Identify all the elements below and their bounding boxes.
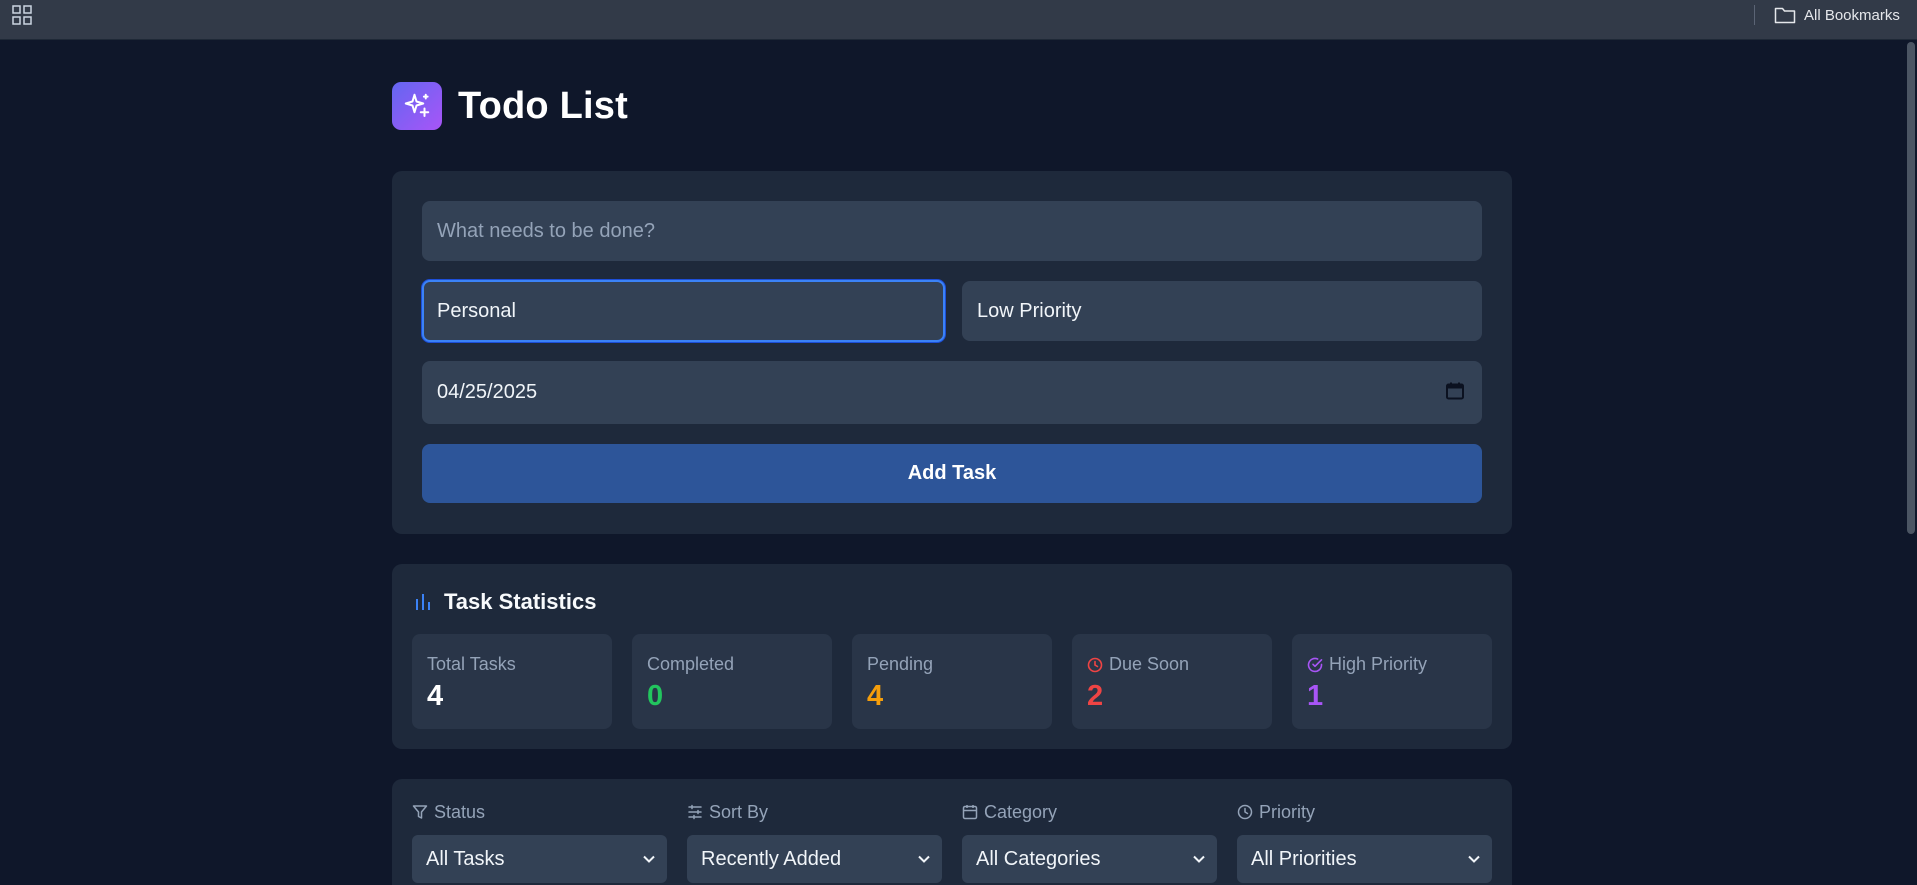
clock-icon bbox=[1087, 657, 1103, 673]
category-select[interactable]: Personal bbox=[422, 280, 945, 342]
stat-value: 4 bbox=[427, 680, 444, 712]
priority-filter-label: Priority bbox=[1259, 801, 1316, 822]
chevron-down-icon bbox=[1468, 855, 1480, 863]
status-filter: Status All Tasks bbox=[412, 801, 667, 883]
task-statistics-card: Task Statistics Total Tasks 4 Completed … bbox=[392, 564, 1512, 749]
sort-filter-label: Sort By bbox=[709, 801, 769, 822]
stat-label: Pending bbox=[867, 654, 934, 674]
stat-value: 1 bbox=[1307, 680, 1324, 712]
stat-value: 0 bbox=[647, 680, 664, 712]
chevron-down-icon bbox=[918, 855, 930, 863]
status-filter-label: Status bbox=[434, 801, 486, 822]
stat-total-tasks: Total Tasks 4 bbox=[412, 634, 612, 729]
sliders-icon bbox=[687, 804, 703, 820]
category-select-value: All Categories bbox=[976, 847, 1101, 870]
status-select[interactable]: All Tasks bbox=[412, 835, 667, 883]
task-input[interactable]: What needs to be done? bbox=[422, 201, 1482, 261]
sparkles-icon bbox=[392, 82, 442, 130]
app-header: Todo List bbox=[392, 82, 628, 130]
category-filter-label: Category bbox=[984, 801, 1058, 822]
calendar-picker-icon[interactable] bbox=[1446, 382, 1464, 406]
check-circle-icon bbox=[1307, 657, 1323, 673]
due-date-value: 04/25/2025 bbox=[437, 381, 538, 403]
priority-filter: Priority All Priorities bbox=[1237, 801, 1492, 883]
stat-value: 2 bbox=[1087, 680, 1104, 712]
page-scrollbar[interactable] bbox=[1907, 42, 1915, 534]
stat-label: Due Soon bbox=[1109, 654, 1190, 674]
priority-select-value: All Priorities bbox=[1251, 847, 1357, 870]
stat-label: Completed bbox=[647, 654, 735, 674]
priority-select[interactable]: Low Priority bbox=[962, 281, 1482, 341]
sort-filter: Sort By Recently Added bbox=[687, 801, 942, 883]
chevron-down-icon bbox=[643, 855, 655, 863]
filters-card: Status All Tasks Sort By Recently Added … bbox=[392, 779, 1512, 885]
stats-header: Task Statistics bbox=[414, 589, 596, 615]
category-filter-select[interactable]: All Categories bbox=[962, 835, 1217, 883]
stat-pending: Pending 4 bbox=[852, 634, 1052, 729]
stat-due-soon: Due Soon 2 bbox=[1072, 634, 1272, 729]
chevron-down-icon bbox=[1193, 855, 1205, 863]
filter-icon bbox=[412, 804, 428, 820]
status-select-value: All Tasks bbox=[426, 847, 505, 870]
bookmarks-bar: All Bookmarks bbox=[0, 0, 1917, 40]
clock-icon bbox=[1237, 804, 1253, 820]
due-date-input[interactable]: 04/25/2025 bbox=[422, 361, 1482, 424]
sort-select[interactable]: Recently Added bbox=[687, 835, 942, 883]
add-task-button[interactable]: Add Task bbox=[422, 444, 1482, 503]
stat-completed: Completed 0 bbox=[632, 634, 832, 729]
apps-grid-icon[interactable] bbox=[12, 5, 32, 25]
all-bookmarks-label: All Bookmarks bbox=[1804, 6, 1900, 24]
calendar-icon bbox=[962, 804, 978, 820]
sort-select-value: Recently Added bbox=[701, 847, 842, 870]
add-task-card: What needs to be done? Personal Low Prio… bbox=[392, 171, 1512, 534]
priority-filter-select[interactable]: All Priorities bbox=[1237, 835, 1492, 883]
folder-icon bbox=[1774, 6, 1796, 24]
page-title: Todo List bbox=[458, 84, 628, 127]
category-filter: Category All Categories bbox=[962, 801, 1217, 883]
stat-value: 4 bbox=[867, 680, 884, 712]
bar-chart-icon bbox=[414, 593, 432, 611]
all-bookmarks-button[interactable]: All Bookmarks bbox=[1774, 5, 1900, 25]
bookmarks-separator bbox=[1754, 5, 1755, 25]
stats-title: Task Statistics bbox=[444, 589, 597, 614]
stat-high-priority: High Priority 1 bbox=[1292, 634, 1492, 729]
stat-label: Total Tasks bbox=[427, 654, 516, 674]
stat-label: High Priority bbox=[1329, 654, 1428, 674]
